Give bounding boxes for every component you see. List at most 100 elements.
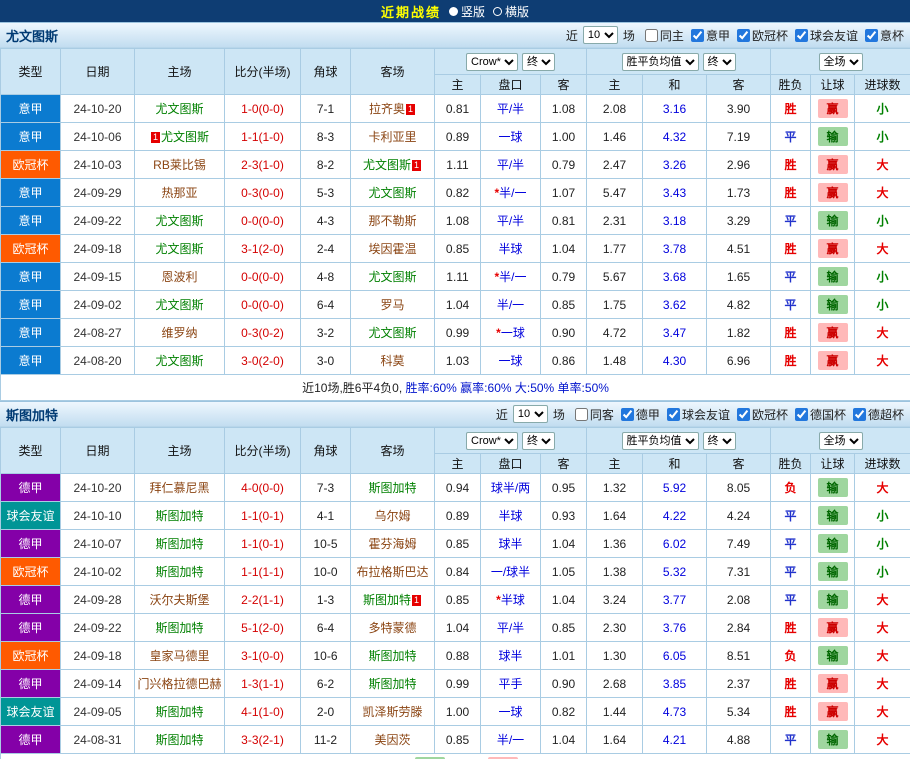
away-team-cell: 尤文图斯	[351, 319, 435, 347]
table-row: 德甲24-09-22斯图加特5-1(2-0)6-4多特蒙德1.04平/半0.85…	[1, 614, 910, 642]
europe-home-cell: 1.48	[587, 347, 643, 375]
home-team-cell: 1尤文图斯	[135, 123, 225, 151]
europe-draw-cell: 4.32	[643, 123, 707, 151]
europe-odds-select[interactable]: 胜平负均值	[622, 53, 699, 71]
table-row: 意甲24-10-20尤文图斯1-0(0-0)7-1拉齐奥10.81平/半1.08…	[1, 95, 910, 123]
subcol-header: 客	[541, 75, 587, 95]
checkbox-input[interactable]	[795, 408, 808, 421]
corner-cell: 8-2	[301, 151, 351, 179]
handicap-result-cell: 输	[811, 263, 855, 291]
subcol-header: 盘口	[481, 454, 541, 474]
europe-draw-cell: 3.47	[643, 319, 707, 347]
europe-home-cell: 1.64	[587, 502, 643, 530]
checkbox-input[interactable]	[621, 408, 634, 421]
checkbox-input[interactable]	[691, 29, 704, 42]
layout-option-label: 横版	[505, 3, 529, 20]
checkbox-input[interactable]	[853, 408, 866, 421]
score-cell: 4-0(0-0)	[225, 474, 301, 502]
handicap-result-badge: 赢	[818, 155, 848, 174]
header-col-3: 比分(半场)	[225, 428, 301, 474]
europe-home-cell: 1.77	[587, 235, 643, 263]
odds-home-cell: 0.89	[435, 123, 481, 151]
date-cell: 24-10-10	[61, 502, 135, 530]
handicap-result-cell: 输	[811, 474, 855, 502]
corner-cell: 6-4	[301, 291, 351, 319]
scope-select[interactable]: 全场	[819, 432, 863, 450]
match-count-select[interactable]: 10	[583, 26, 618, 44]
europe-home-cell: 1.64	[587, 726, 643, 754]
odds-away-cell: 1.04	[541, 530, 587, 558]
layout-option-0[interactable]: 竖版	[441, 3, 485, 20]
checkbox-input[interactable]	[737, 408, 750, 421]
date-cell: 24-10-20	[61, 474, 135, 502]
odds-company-select[interactable]: Crow*	[466, 432, 518, 450]
filter-checkbox-label: 德国杯	[810, 406, 846, 423]
checkbox-input[interactable]	[737, 29, 750, 42]
summary-cell: 近10场,胜6平4负0, 胜率:60% 赢率:60% 大:50% 单率:50%	[1, 375, 910, 401]
league-cell: 意甲	[1, 291, 61, 319]
handicap-result-badge: 输	[818, 534, 848, 553]
checkbox-input[interactable]	[795, 29, 808, 42]
checkbox-input[interactable]	[667, 408, 680, 421]
odds-home-cell: 0.82	[435, 179, 481, 207]
subcol-header: 主	[435, 75, 481, 95]
checkbox-input[interactable]	[645, 29, 658, 42]
team-name: 斯图加特	[155, 565, 203, 579]
europe-draw-cell: 4.22	[643, 502, 707, 530]
away-team-cell: 斯图加特	[351, 642, 435, 670]
europe-home-cell: 1.36	[587, 530, 643, 558]
odds-home-cell: 1.04	[435, 614, 481, 642]
filter-checkbox[interactable]: 球会友谊	[667, 406, 730, 423]
europe-final-select[interactable]: 终	[703, 53, 736, 71]
odds-away-cell: 1.00	[541, 123, 587, 151]
layout-option-1[interactable]: 横版	[485, 3, 529, 20]
match-count-select[interactable]: 10	[513, 405, 548, 423]
odds-away-cell: 1.08	[541, 95, 587, 123]
score-cell: 3-0(2-0)	[225, 347, 301, 375]
europe-odds-select[interactable]: 胜平负均值	[622, 432, 699, 450]
home-team-cell: 尤文图斯	[135, 207, 225, 235]
odds-home-cell: 1.00	[435, 698, 481, 726]
home-team-cell: 恩波利	[135, 263, 225, 291]
team-name: 乌尔姆	[374, 509, 410, 523]
filter-checkbox[interactable]: 同主	[645, 27, 684, 44]
europe-away-cell: 1.82	[707, 319, 771, 347]
europe-draw-cell: 6.02	[643, 530, 707, 558]
filter-checkbox[interactable]: 欧冠杯	[737, 27, 788, 44]
filter-checkbox[interactable]: 欧冠杯	[737, 406, 788, 423]
goals-cell: 大	[855, 670, 910, 698]
filter-checkbox[interactable]: 德超杯	[853, 406, 904, 423]
radio-icon[interactable]	[449, 7, 458, 16]
score-cell: 3-1(2-0)	[225, 235, 301, 263]
team-name: 拜仁慕尼黑	[149, 481, 209, 495]
europe-draw-cell: 3.16	[643, 95, 707, 123]
odds-final-select[interactable]: 终	[522, 432, 555, 450]
europe-home-cell: 2.08	[587, 95, 643, 123]
europe-final-select[interactable]: 终	[703, 432, 736, 450]
filter-checkbox[interactable]: 意甲	[691, 27, 730, 44]
odds-handicap-cell: 一球	[481, 698, 541, 726]
scope-select[interactable]: 全场	[819, 53, 863, 71]
filter-checkbox[interactable]: 意杯	[865, 27, 904, 44]
odds-handicap-cell: 半/一	[481, 726, 541, 754]
checkbox-input[interactable]	[575, 408, 588, 421]
handicap-result-badge: 赢	[818, 99, 848, 118]
radio-icon[interactable]	[493, 7, 502, 16]
filter-checkbox[interactable]: 德国杯	[795, 406, 846, 423]
filter-checkbox[interactable]: 同客	[575, 406, 614, 423]
checkbox-input[interactable]	[865, 29, 878, 42]
filter-checkbox[interactable]: 球会友谊	[795, 27, 858, 44]
red-card-badge: 1	[151, 132, 160, 143]
handicap-result-badge: 赢	[818, 239, 848, 258]
header-col-4: 角球	[301, 428, 351, 474]
score-cell: 0-0(0-0)	[225, 291, 301, 319]
filter-checkbox[interactable]: 德甲	[621, 406, 660, 423]
result-cell: 平	[771, 123, 811, 151]
team-section-0: 尤文图斯近10场同主意甲欧冠杯球会友谊意杯类型日期主场比分(半场)角球客场Cro…	[0, 22, 910, 401]
odds-final-select[interactable]: 终	[522, 53, 555, 71]
filter-checkbox-label: 同主	[660, 27, 684, 44]
handicap-result-cell: 输	[811, 291, 855, 319]
odds-company-select[interactable]: Crow*	[466, 53, 518, 71]
team-name: 门兴格拉德巴赫	[137, 677, 221, 691]
odds-away-cell: 0.79	[541, 263, 587, 291]
